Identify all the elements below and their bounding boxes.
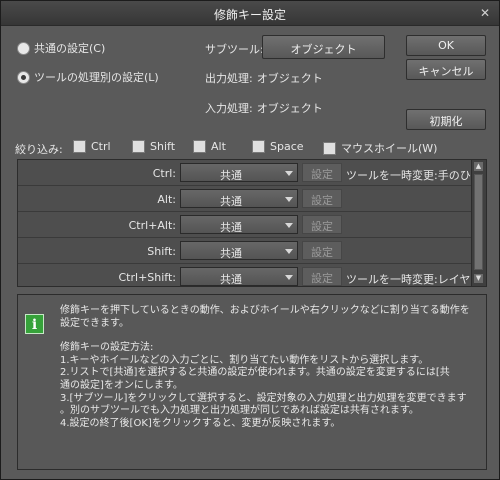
input-process-label: 入力処理: xyxy=(205,102,253,115)
chevron-down-icon xyxy=(285,223,293,228)
table-scrollbar[interactable]: ▲ ▼ xyxy=(471,160,486,286)
help-step-line: 1.キーやホイールなどの入力ごとに、割り当てたい動作をリストから選択します。 xyxy=(60,354,429,366)
filter-mouse-wheel[interactable]: マウスホイール(W) xyxy=(323,140,437,156)
chevron-down-icon xyxy=(285,249,293,254)
row-action-dropdown[interactable]: 共通 xyxy=(180,267,298,286)
filter-alt-checkbox[interactable] xyxy=(193,140,206,153)
close-icon[interactable]: ✕ xyxy=(479,7,491,19)
help-intro-line: 設定できます。 xyxy=(60,317,129,329)
row-key-label: Shift: xyxy=(147,245,176,258)
help-step-line: 2.リストで[共通]を選択すると共通の設定が使われます。共通の設定を変更するには… xyxy=(60,367,450,379)
help-intro-line: 修飾キーを押下しているときの動作、およびホイールや右クリックなどに割り当てる動作… xyxy=(60,305,470,316)
modifier-key-settings-dialog: 修飾キー設定 ✕ 共通の設定(C) ツールの処理別の設定(L) サブツール: オ… xyxy=(0,0,500,480)
subtool-button[interactable]: オブジェクト xyxy=(262,35,385,59)
filter-ctrl-label: Ctrl xyxy=(91,140,111,153)
row-action-value: 共通 xyxy=(220,169,242,182)
help-step-line: 通の設定]をオンにします。 xyxy=(60,379,183,391)
row-action-dropdown[interactable]: 共通 xyxy=(180,163,298,182)
help-spacer xyxy=(60,330,480,342)
scroll-up-icon[interactable]: ▲ xyxy=(474,162,483,171)
filter-shift-label: Shift xyxy=(150,140,176,153)
filter-ctrl[interactable]: Ctrl xyxy=(73,140,111,153)
filter-mouse-wheel-checkbox[interactable] xyxy=(323,141,336,155)
row-action-value: 共通 xyxy=(220,221,242,234)
reset-button[interactable]: 初期化 xyxy=(406,109,486,130)
filter-space[interactable]: Space xyxy=(252,140,304,153)
filter-mouse-wheel-label: マウスホイール(W) xyxy=(341,142,438,155)
help-step-line: 4.設定の終了後[OK]をクリックすると、変更が反映されます。 xyxy=(60,417,341,429)
filter-alt-label: Alt xyxy=(211,140,226,153)
radio-per-tool-label: ツールの処理別の設定(L) xyxy=(34,71,159,84)
table-row: Ctrl+Alt: 共通 設定 xyxy=(18,212,472,238)
chevron-down-icon xyxy=(285,275,293,280)
row-setting-button[interactable]: 設定 xyxy=(302,215,342,234)
radio-common-label: 共通の設定(C) xyxy=(34,42,106,55)
row-key-label: Ctrl+Shift: xyxy=(118,271,177,284)
output-process-value: オブジェクト xyxy=(256,72,323,85)
row-action-value: 共通 xyxy=(220,273,242,286)
row-key-label: Ctrl: xyxy=(152,167,176,180)
filter-space-checkbox[interactable] xyxy=(252,140,265,153)
filter-ctrl-checkbox[interactable] xyxy=(73,140,86,153)
scrollbar-thumb[interactable] xyxy=(474,174,483,270)
row-action-value: 共通 xyxy=(220,195,242,208)
radio-per-tool-indicator[interactable] xyxy=(17,70,30,84)
row-description: ツールを一時変更:レイヤー選択 xyxy=(346,273,472,286)
window-title: 修飾キー設定 xyxy=(213,8,286,22)
filter-shift[interactable]: Shift xyxy=(132,140,175,153)
help-heading: 修飾キーの設定方法: xyxy=(60,342,154,354)
row-action-dropdown[interactable]: 共通 xyxy=(180,215,298,234)
row-setting-button[interactable]: 設定 xyxy=(302,267,342,286)
row-action-dropdown[interactable]: 共通 xyxy=(180,241,298,260)
radio-per-tool-settings[interactable]: ツールの処理別の設定(L) xyxy=(17,69,159,85)
modifier-key-table: Ctrl: 共通 設定 ツールを一時変更:手のひら Alt: 共通 設定 Ctr… xyxy=(17,159,487,287)
table-row: Ctrl+Shift: 共通 設定 ツールを一時変更:レイヤー選択 xyxy=(18,264,472,286)
input-process: 入力処理: オブジェクト xyxy=(205,100,323,116)
filter-label: 絞り込み: xyxy=(15,143,63,156)
help-panel: i 修飾キーを押下しているときの動作、およびホイールや右クリックなどに割り当てる… xyxy=(17,294,487,470)
subtool-label: サブツール: xyxy=(205,43,264,56)
help-text: 修飾キーを押下しているときの動作、およびホイールや右クリックなどに割り当てる動作… xyxy=(60,305,480,430)
filter-space-label: Space xyxy=(270,140,304,153)
row-description: ツールを一時変更:手のひら xyxy=(346,169,472,182)
row-key-label: Ctrl+Alt: xyxy=(128,219,176,232)
radio-common-settings[interactable]: 共通の設定(C) xyxy=(17,40,105,56)
scroll-down-icon[interactable]: ▼ xyxy=(474,274,483,283)
table-row: Alt: 共通 設定 xyxy=(18,186,472,212)
input-process-value: オブジェクト xyxy=(256,102,323,115)
row-setting-button[interactable]: 設定 xyxy=(302,163,342,182)
row-action-value: 共通 xyxy=(220,247,242,260)
chevron-down-icon xyxy=(285,171,293,176)
row-action-dropdown[interactable]: 共通 xyxy=(180,189,298,208)
info-icon: i xyxy=(25,314,44,334)
radio-common-indicator[interactable] xyxy=(17,41,30,55)
cancel-button[interactable]: キャンセル xyxy=(406,59,486,80)
chevron-down-icon xyxy=(285,197,293,202)
help-step-line: 。別のサブツールでも入力処理と出力処理が同じであれば設定は共有されます。 xyxy=(60,405,419,417)
table-row: Shift: 共通 設定 xyxy=(18,238,472,264)
table-row: Ctrl: 共通 設定 ツールを一時変更:手のひら xyxy=(18,160,472,186)
title-bar: 修飾キー設定 ✕ xyxy=(1,1,499,26)
help-step-line: 3.[サブツール]をクリックして選択すると、設定対象の入力処理と出力処理を変更で… xyxy=(60,392,467,404)
row-setting-button[interactable]: 設定 xyxy=(302,189,342,208)
filter-shift-checkbox[interactable] xyxy=(132,140,145,153)
output-process-label: 出力処理: xyxy=(205,72,253,85)
ok-button[interactable]: OK xyxy=(406,35,486,56)
filter-alt[interactable]: Alt xyxy=(193,140,226,153)
row-key-label: Alt: xyxy=(157,193,176,206)
row-setting-button[interactable]: 設定 xyxy=(302,241,342,260)
output-process: 出力処理: オブジェクト xyxy=(205,70,323,86)
